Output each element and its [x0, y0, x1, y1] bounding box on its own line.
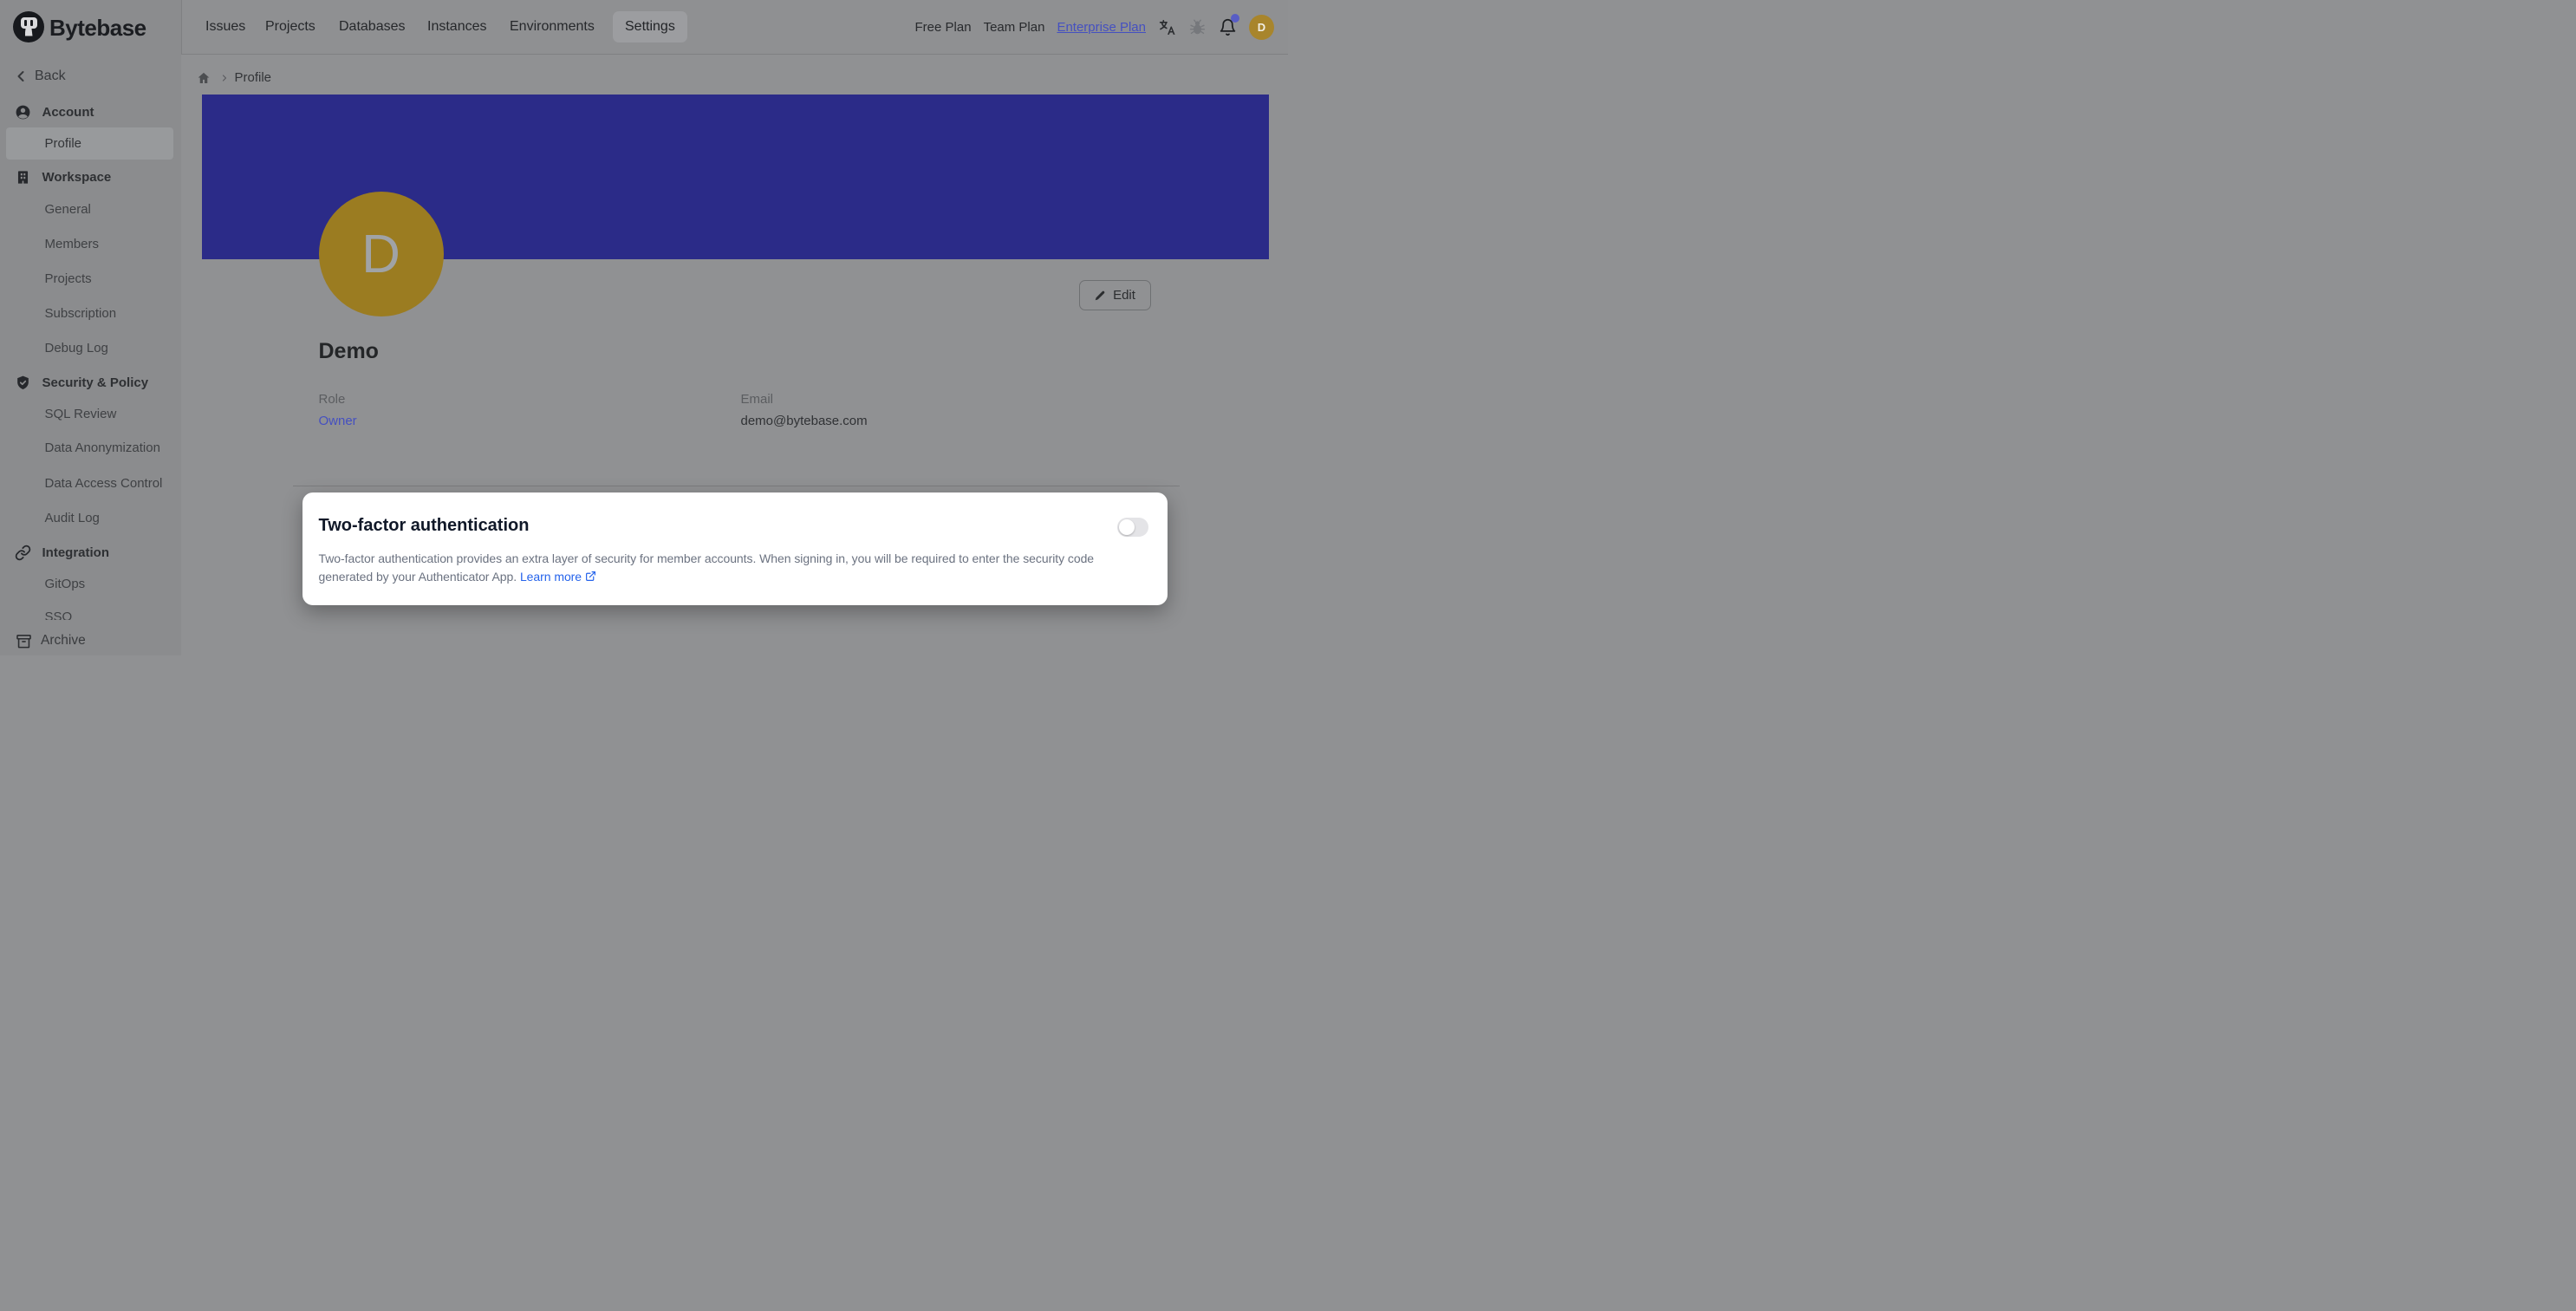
sidebar-item-debug-log[interactable]: Debug Log	[0, 335, 181, 361]
sidebar-section-account: Account	[0, 99, 181, 125]
two-factor-description: Two-factor authentication provides an ex…	[319, 550, 1095, 586]
two-factor-toggle[interactable]	[1117, 518, 1148, 537]
sidebar-item-sso[interactable]: SSO	[0, 604, 181, 621]
sidebar-section-security-policy: Security & Policy	[0, 369, 181, 395]
toggle-knob	[1119, 519, 1135, 535]
logo[interactable]: Bytebase	[0, 0, 181, 55]
enterprise-plan-link[interactable]: Enterprise Plan	[1057, 20, 1146, 35]
archive-icon	[16, 633, 32, 649]
external-link-icon	[585, 571, 596, 582]
bug-report-icon[interactable]	[1188, 18, 1207, 36]
sidebar-item-subscription[interactable]: Subscription	[0, 300, 181, 326]
notifications-button[interactable]	[1219, 18, 1237, 36]
learn-more-link[interactable]: Learn more	[520, 570, 582, 584]
sidebar-item-archive[interactable]: Archive	[0, 626, 181, 656]
sidebar-item-data-access-control[interactable]: Data Access Control	[0, 471, 181, 497]
sidebar-scroll[interactable]: Back Account Profile Workspace General M…	[0, 55, 181, 620]
nav-environments[interactable]: Environments	[510, 17, 595, 36]
nav-settings-active[interactable]: Settings	[613, 11, 687, 42]
nav-databases[interactable]: Databases	[339, 17, 406, 36]
user-avatar[interactable]: D	[1249, 15, 1274, 40]
profile-name: Demo	[319, 339, 379, 364]
sidebar-item-general[interactable]: General	[0, 196, 181, 222]
sidebar-item-members[interactable]: Members	[0, 231, 181, 257]
top-navbar: Issues Projects Databases Instances Envi…	[182, 0, 1289, 55]
pencil-icon	[1094, 290, 1106, 302]
breadcrumb-current[interactable]: Profile	[235, 70, 272, 85]
back-button[interactable]: Back	[0, 63, 181, 89]
shield-check-icon	[15, 375, 31, 391]
sidebar-item-sql-review[interactable]: SQL Review	[0, 401, 181, 427]
edit-label: Edit	[1113, 288, 1135, 303]
sidebar-item-gitops[interactable]: GitOps	[0, 571, 181, 597]
breadcrumb-chevron-icon	[219, 73, 230, 83]
notification-badge-dot	[1231, 14, 1239, 23]
email-value: demo@bytebase.com	[741, 414, 868, 428]
two-factor-card: Two-factor authentication Two-factor aut…	[302, 492, 1168, 605]
logo-text: Bytebase	[49, 15, 146, 42]
free-plan-link[interactable]: Free Plan	[915, 20, 972, 35]
user-circle-icon	[15, 104, 31, 121]
team-plan-link[interactable]: Team Plan	[984, 20, 1045, 35]
two-factor-title: Two-factor authentication	[319, 516, 530, 536]
chevron-left-icon	[12, 68, 29, 85]
nav-issues[interactable]: Issues	[205, 17, 245, 36]
sidebar-section-workspace: Workspace	[0, 165, 181, 191]
sidebar-item-audit-log[interactable]: Audit Log	[0, 505, 181, 532]
nav-instances[interactable]: Instances	[427, 17, 486, 36]
profile-avatar: D	[319, 192, 444, 316]
link-icon	[15, 545, 31, 561]
nav-projects[interactable]: Projects	[265, 17, 315, 36]
email-label: Email	[741, 392, 774, 407]
role-value-link[interactable]: Owner	[319, 414, 357, 428]
back-label: Back	[35, 68, 66, 84]
building-icon	[15, 169, 31, 186]
sidebar-item-projects[interactable]: Projects	[0, 265, 181, 291]
sidebar-item-profile[interactable]: Profile	[0, 130, 181, 156]
sidebar-section-integration: Integration	[0, 540, 181, 566]
translate-icon[interactable]	[1158, 18, 1176, 36]
topbar-right-cluster: Free Plan Team Plan Enterprise Plan D	[915, 0, 1274, 55]
sidebar: Bytebase Back Account Profile Workspace …	[0, 0, 181, 656]
sidebar-item-data-anonymization[interactable]: Data Anonymization	[0, 435, 181, 461]
home-icon[interactable]	[197, 71, 211, 85]
main-content: Profile D Edit Demo Role Owner Email dem…	[181, 55, 1289, 656]
edit-button[interactable]: Edit	[1079, 280, 1151, 310]
bytebase-logo-icon	[13, 11, 44, 42]
role-label: Role	[319, 392, 346, 407]
